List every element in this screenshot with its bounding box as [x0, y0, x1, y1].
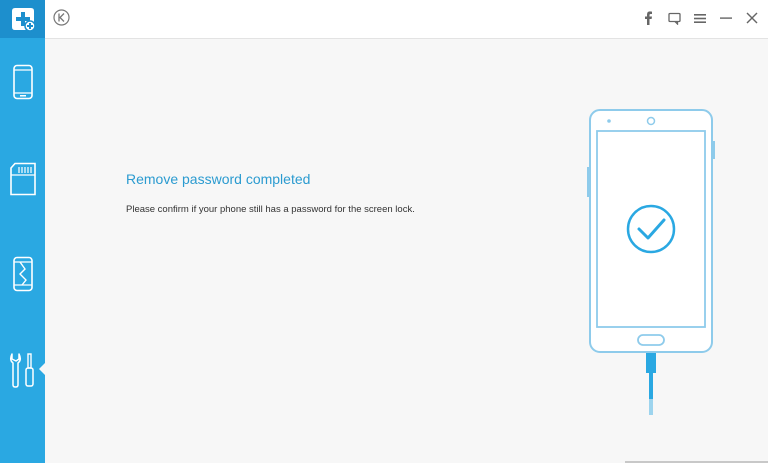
status-title: Remove password completed [126, 171, 311, 187]
phone-icon [12, 64, 33, 100]
close-button[interactable] [744, 9, 760, 27]
feedback-icon [667, 12, 681, 25]
main-content: Remove password completed Please confirm… [45, 39, 768, 463]
back-icon [53, 9, 70, 26]
phone-illustration [587, 109, 715, 415]
plus-logo-icon [11, 8, 36, 32]
back-button[interactable] [53, 9, 70, 26]
sidebar-item-broken-phone[interactable] [0, 244, 45, 304]
sidebar-item-phone[interactable] [0, 52, 45, 112]
usb-cable-icon [646, 353, 656, 415]
facebook-button[interactable] [640, 9, 656, 27]
sidebar [0, 0, 45, 463]
top-bar [45, 0, 768, 39]
sidebar-item-sd-card[interactable] [0, 149, 45, 209]
broken-phone-icon [12, 256, 33, 292]
tools-icon [9, 353, 34, 388]
close-icon [746, 12, 758, 24]
minimize-icon [720, 17, 732, 19]
menu-button[interactable] [692, 9, 708, 27]
feedback-button[interactable] [666, 9, 682, 27]
menu-icon [694, 13, 706, 23]
app-logo [0, 0, 45, 38]
status-description: Please confirm if your phone still has a… [126, 204, 415, 215]
sd-card-icon [9, 162, 36, 196]
facebook-icon [645, 11, 652, 25]
minimize-button[interactable] [718, 9, 734, 27]
